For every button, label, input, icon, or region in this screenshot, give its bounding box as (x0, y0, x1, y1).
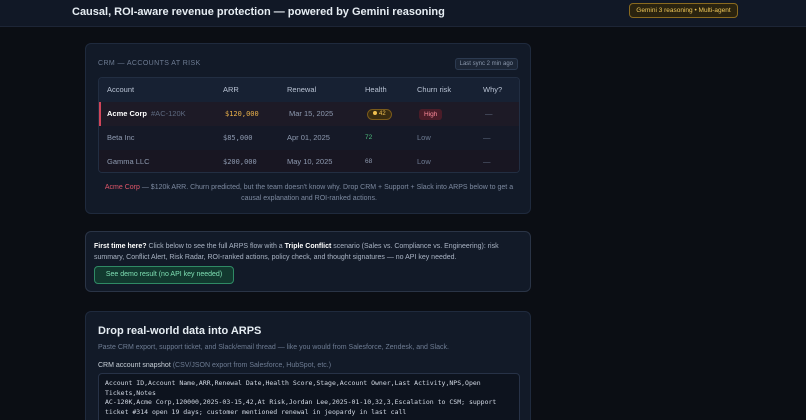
crm-field-label: CRM account snapshot (CSV/JSON export fr… (98, 362, 332, 369)
demo-text: First time here? Click below to see the … (94, 243, 499, 261)
why-cell: — (485, 109, 493, 118)
crm-card: CRM — ACCOUNTS AT RISK Last sync 2 min a… (85, 43, 531, 214)
why-cell: — (483, 133, 491, 142)
arr-cell: $200,000 (223, 158, 257, 166)
top-bar: Causal, ROI-aware revenue protection — p… (0, 0, 806, 27)
drop-data-card: Drop real-world data into ARPS Paste CRM… (85, 311, 531, 420)
why-cell: — (483, 157, 491, 166)
health-badge: 42 (367, 108, 392, 120)
health-cell: 42 (367, 102, 392, 126)
app-title: Causal, ROI-aware revenue protection — p… (72, 6, 445, 18)
table-header: Account ARR Renewal Health Churn risk Wh… (99, 78, 519, 102)
demo-lead: First time here? (94, 243, 147, 250)
renewal-cell: Mar 15, 2025 (289, 109, 334, 118)
demo-conflict: Triple Conflict (284, 243, 332, 250)
warning-dot-icon (373, 110, 377, 115)
table-row[interactable]: Beta Inc $85,000 Apr 01, 2025 72 Low — (99, 126, 519, 150)
note-account: Acme Corp (104, 184, 140, 191)
account-name: Acme Corp (107, 109, 148, 118)
arr-cell: $85,000 (223, 134, 253, 142)
accounts-table: Account ARR Renewal Health Churn risk Wh… (98, 77, 520, 173)
crm-snapshot-textarea[interactable]: Account ID,Account Name,ARR,Renewal Date… (98, 373, 520, 420)
see-demo-button[interactable]: See demo result (no API key needed) (94, 266, 234, 284)
col-renewal: Renewal (287, 85, 317, 94)
demo-card: First time here? Click below to see the … (85, 231, 531, 292)
health-cell: 72 (365, 134, 373, 141)
sync-badge: Last sync 2 min ago (454, 58, 518, 70)
account-cell: Acme Corp #AC-120K (107, 102, 186, 126)
table-row[interactable]: Gamma LLC $200,000 May 10, 2025 68 Low — (99, 150, 519, 172)
churn-cell: High (419, 102, 443, 126)
renewal-cell: May 10, 2025 (287, 157, 333, 166)
renewal-cell: Apr 01, 2025 (287, 133, 330, 142)
col-why: Why? (483, 85, 503, 94)
account-id: #AC-120K (151, 109, 186, 118)
col-arr: ARR (223, 85, 239, 94)
account-name: Gamma LLC (107, 157, 150, 166)
crm-note: Acme Corp — $120k ARR. Churn predicted, … (98, 182, 520, 204)
section-subtitle: Paste CRM export, support ticket, and Sl… (98, 344, 449, 351)
risk-badge: High (419, 108, 443, 120)
health-cell: 68 (365, 158, 373, 165)
section-title: Drop real-world data into ARPS (98, 325, 262, 337)
model-badge: Gemini 3 reasoning • Multi-agent (629, 3, 738, 18)
note-text: — $120k ARR. Churn predicted, but the te… (139, 184, 514, 202)
col-account: Account (107, 85, 135, 94)
arr-cell: $120,000 (225, 110, 259, 118)
churn-cell: Low (417, 133, 431, 142)
crm-heading: CRM — ACCOUNTS AT RISK (98, 60, 201, 67)
col-health: Health (365, 85, 387, 94)
col-churn: Churn risk (417, 85, 452, 94)
account-name: Beta Inc (107, 133, 135, 142)
churn-cell: Low (417, 157, 431, 166)
table-row[interactable]: Acme Corp #AC-120K $120,000 Mar 15, 2025 … (99, 102, 519, 126)
